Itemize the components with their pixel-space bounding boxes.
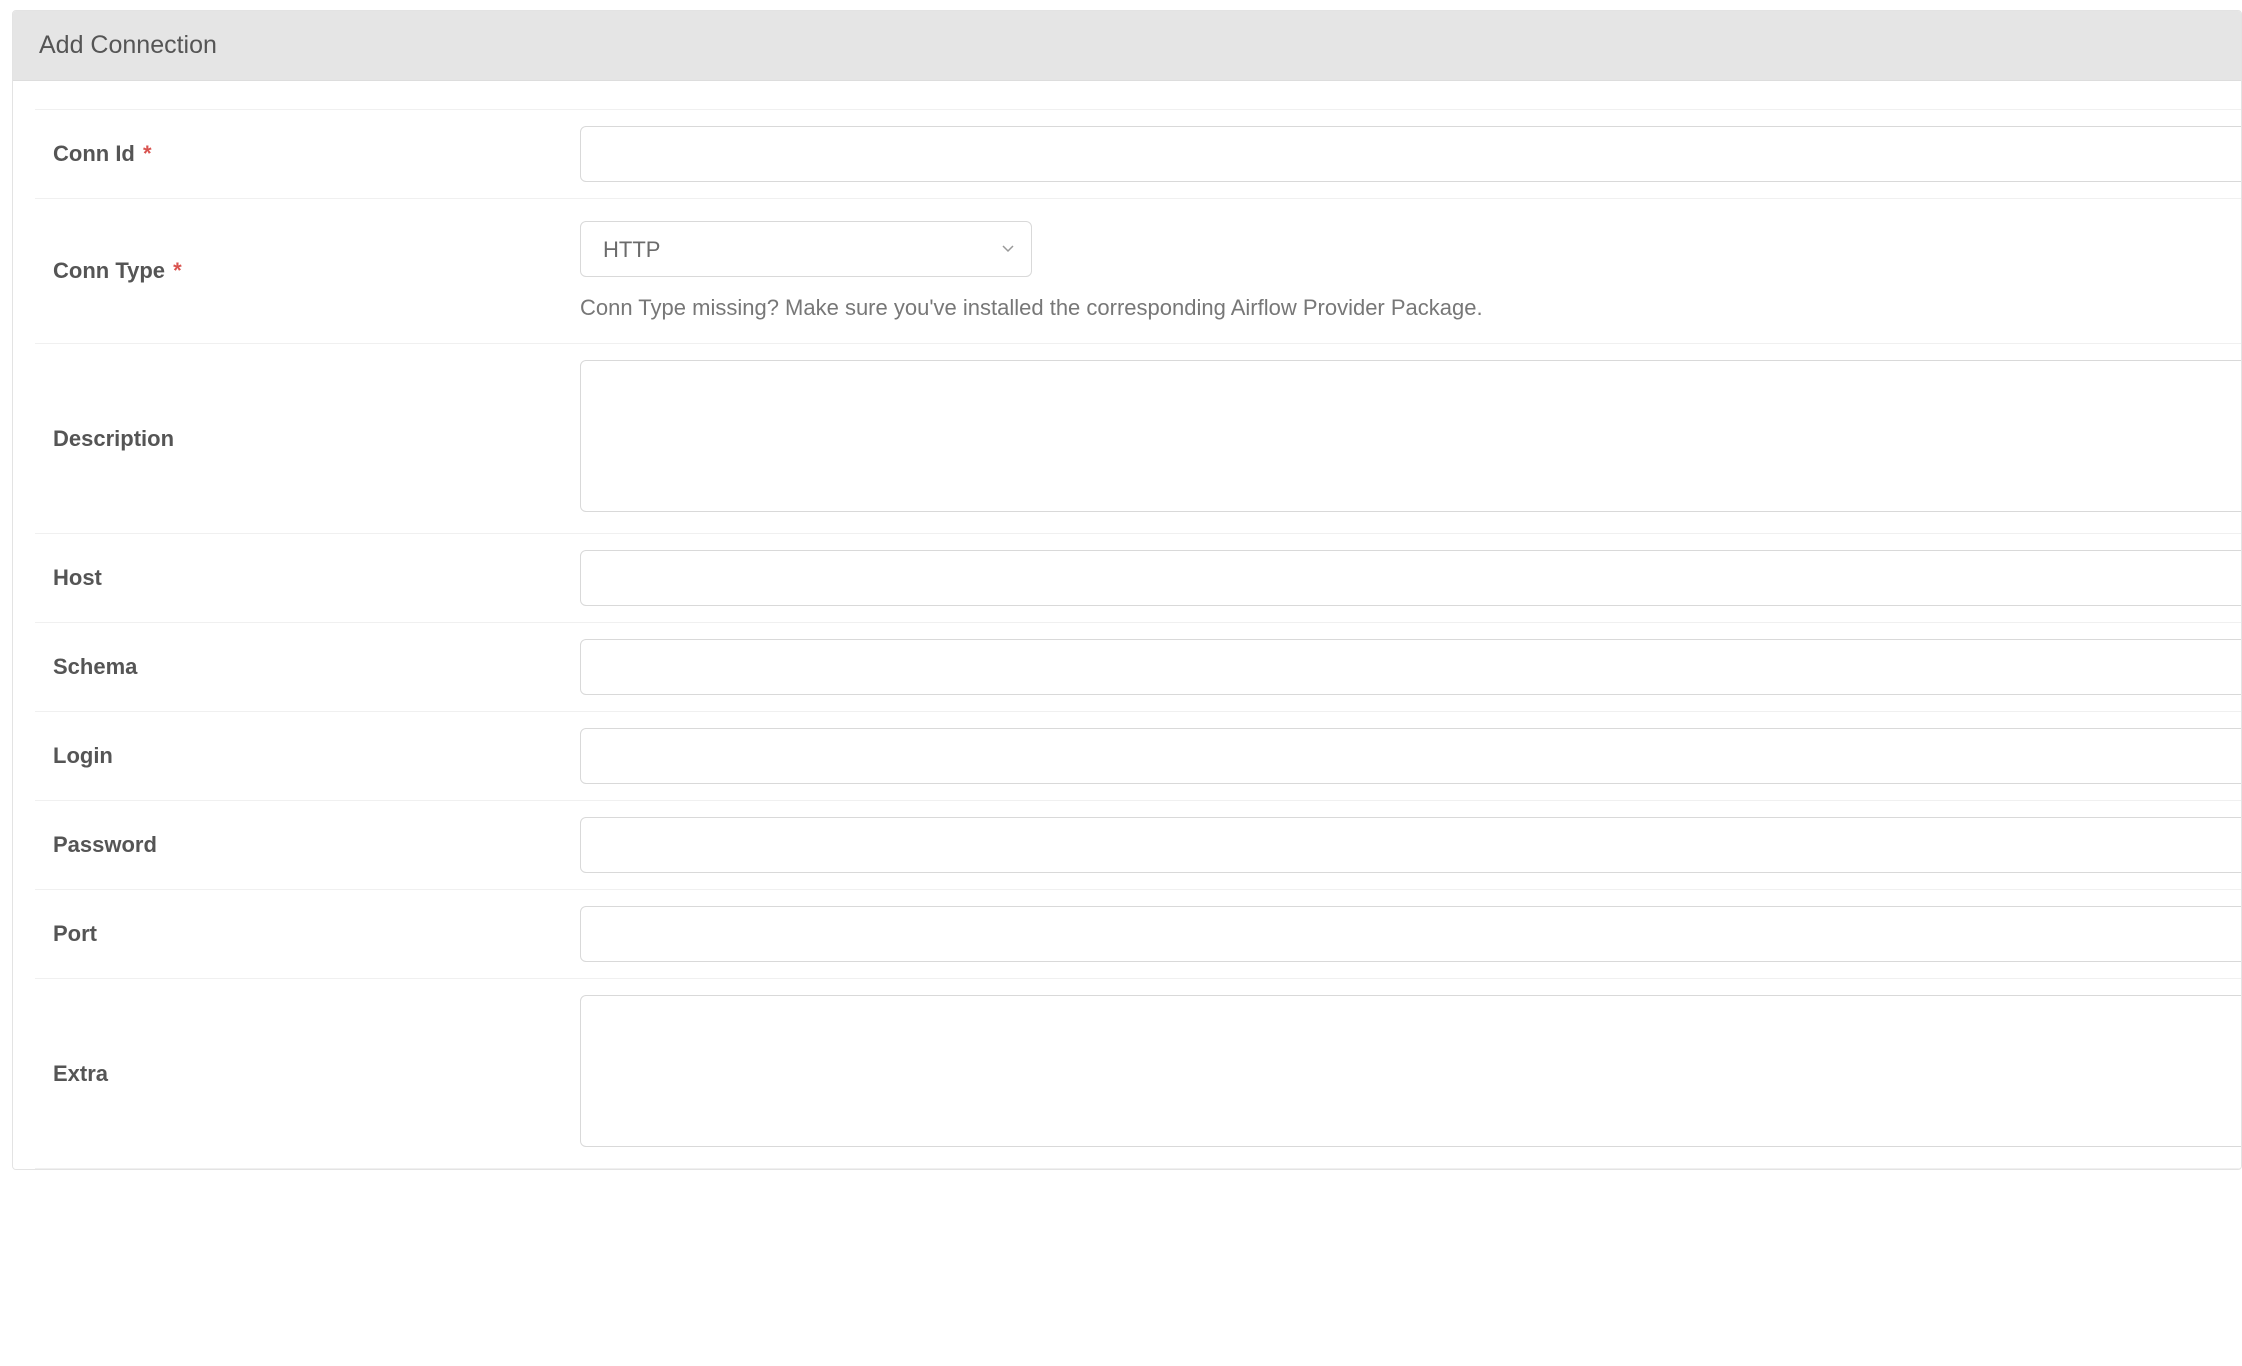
- label-conn-type: Conn Type *: [35, 199, 580, 344]
- label-text-port: Port: [53, 921, 97, 946]
- label-text-host: Host: [53, 565, 102, 590]
- host-input[interactable]: [580, 550, 2242, 606]
- label-extra: Extra: [35, 979, 580, 1169]
- conn-type-select-wrap: HTTP: [580, 221, 1032, 277]
- label-host: Host: [35, 534, 580, 623]
- label-text-conn-type: Conn Type: [53, 258, 165, 283]
- label-text-login: Login: [53, 743, 113, 768]
- row-extra: Extra: [35, 979, 2242, 1169]
- description-textarea[interactable]: [580, 360, 2242, 512]
- required-star-icon: *: [173, 258, 182, 283]
- row-host: Host: [35, 534, 2242, 623]
- label-text-schema: Schema: [53, 654, 137, 679]
- required-star-icon: *: [143, 141, 152, 166]
- panel-title: Add Connection: [39, 31, 2215, 60]
- port-input[interactable]: [580, 906, 2242, 962]
- row-port: Port: [35, 890, 2242, 979]
- extra-textarea[interactable]: [580, 995, 2242, 1147]
- label-port: Port: [35, 890, 580, 979]
- row-login: Login: [35, 712, 2242, 801]
- add-connection-panel: Add Connection Conn Id *: [12, 10, 2242, 1170]
- row-password: Password: [35, 801, 2242, 890]
- panel-header: Add Connection: [13, 11, 2241, 81]
- password-input[interactable]: [580, 817, 2242, 873]
- label-text-password: Password: [53, 832, 157, 857]
- row-conn-id: Conn Id *: [35, 110, 2242, 199]
- label-password: Password: [35, 801, 580, 890]
- conn-id-input[interactable]: [580, 126, 2242, 182]
- row-schema: Schema: [35, 623, 2242, 712]
- label-conn-id: Conn Id *: [35, 110, 580, 199]
- panel-body: Conn Id * Conn Type *: [13, 109, 2241, 1169]
- label-login: Login: [35, 712, 580, 801]
- row-description: Description: [35, 344, 2242, 534]
- row-conn-type: Conn Type * HTTP: [35, 199, 2242, 344]
- label-text-description: Description: [53, 426, 174, 451]
- label-text-extra: Extra: [53, 1061, 108, 1086]
- label-schema: Schema: [35, 623, 580, 712]
- conn-type-helper-text: Conn Type missing? Make sure you've inst…: [580, 295, 2242, 321]
- label-text-conn-id: Conn Id: [53, 141, 135, 166]
- schema-input[interactable]: [580, 639, 2242, 695]
- login-input[interactable]: [580, 728, 2242, 784]
- connection-form: Conn Id * Conn Type *: [35, 109, 2242, 1169]
- conn-type-select[interactable]: HTTP: [580, 221, 1032, 277]
- label-description: Description: [35, 344, 580, 534]
